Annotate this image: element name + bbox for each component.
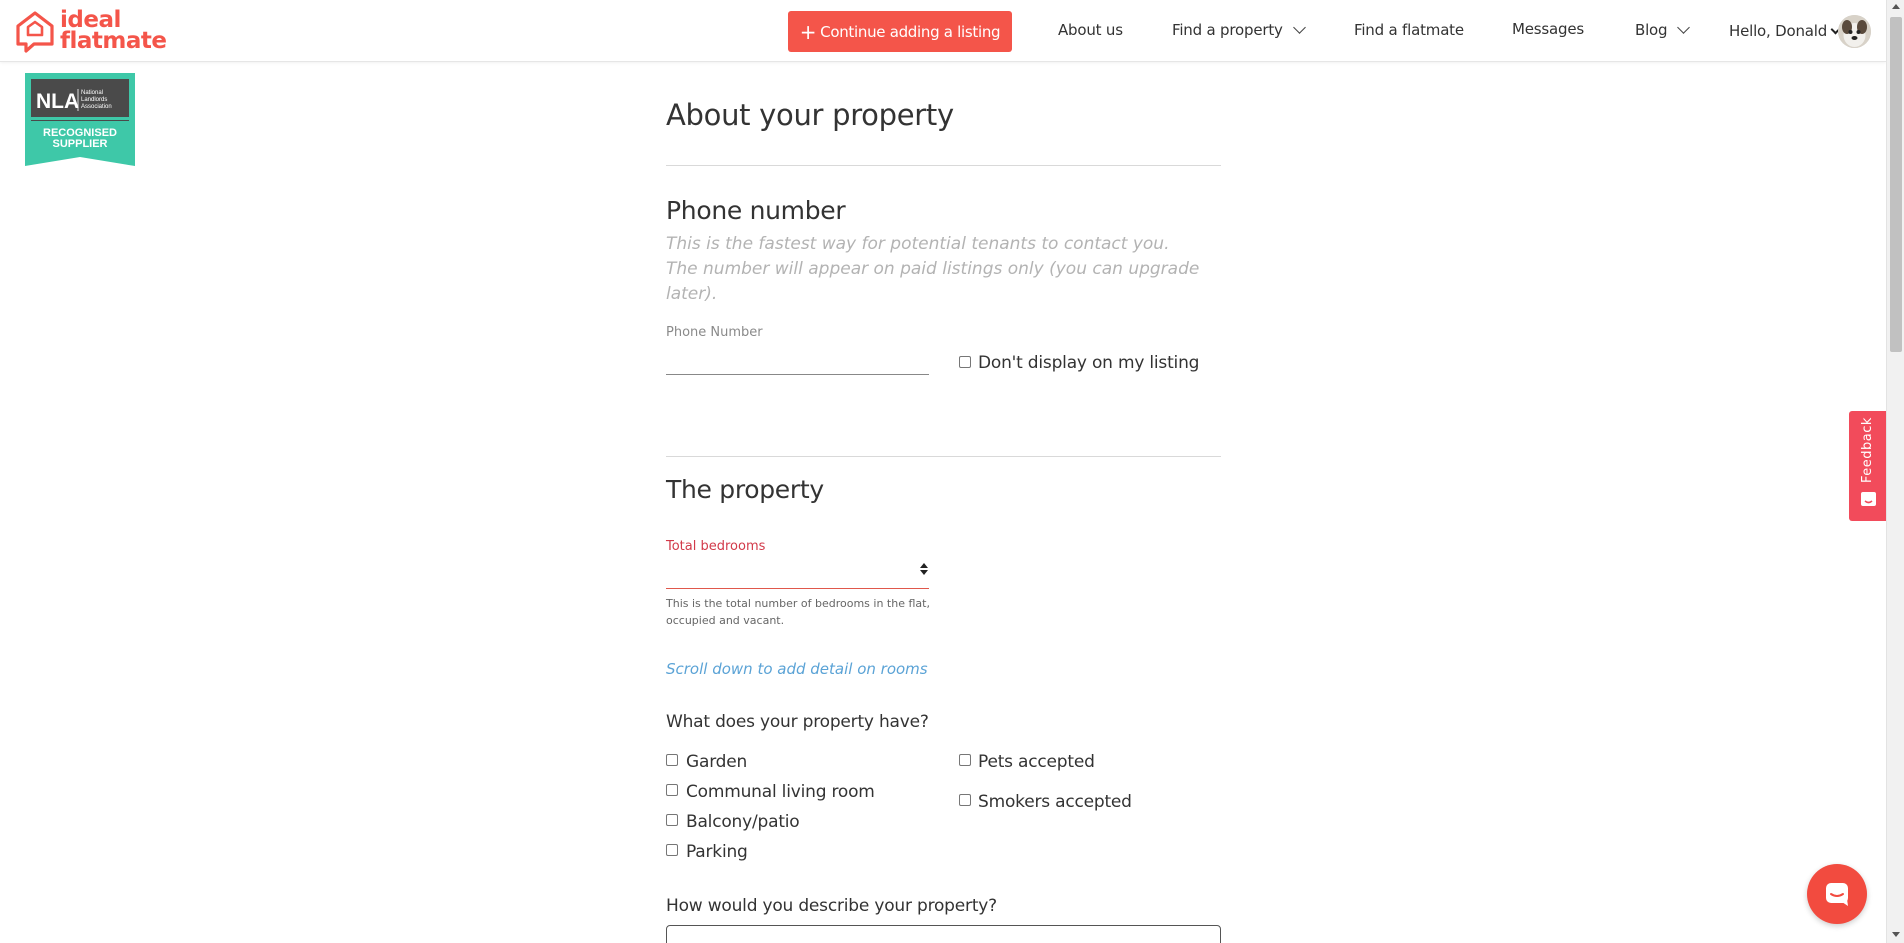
balcony-patio-label: Balcony/patio — [686, 812, 800, 832]
continue-adding-listing-button[interactable]: + Continue adding a listing — [788, 11, 1012, 52]
nav-about-us[interactable]: About us — [1058, 21, 1123, 39]
house-chat-logo-icon — [16, 11, 54, 53]
svg-text:Landlords: Landlords — [81, 97, 107, 103]
describe-property-textarea[interactable] — [666, 925, 1221, 943]
scroll-to-rooms-link[interactable]: Scroll down to add detail on rooms — [666, 660, 928, 678]
chevron-down-icon — [1292, 21, 1306, 34]
garden-checkbox[interactable] — [666, 754, 678, 766]
logo-wordmark: ideal flatmate — [60, 9, 167, 54]
chat-bubble-icon — [1826, 883, 1848, 906]
avatar[interactable] — [1838, 15, 1871, 48]
nav-about-us-label: About us — [1058, 21, 1123, 39]
badge-org-short: NLA — [36, 90, 79, 113]
describe-property-question: How would you describe your property? — [666, 896, 997, 916]
nla-recognised-supplier-badge: NLA National Landlords Association RECOG… — [25, 73, 135, 166]
nav-blog[interactable]: Blog — [1635, 21, 1691, 39]
nav-find-property-label: Find a property — [1172, 21, 1283, 39]
user-menu[interactable]: Hello, Donald — [1729, 22, 1841, 40]
ideal-flatmate-logo[interactable]: ideal flatmate — [14, 9, 167, 53]
dont-display-label: Don't display on my listing — [978, 353, 1200, 373]
dont-display-checkbox[interactable] — [959, 356, 971, 368]
page-title: About your property — [666, 98, 954, 132]
nav-find-flatmate[interactable]: Find a flatmate — [1354, 21, 1464, 39]
select-updown-arrows-icon — [920, 563, 928, 575]
total-bedrooms-label: Total bedrooms — [666, 539, 766, 554]
chevron-down-icon — [1677, 21, 1691, 34]
top-navigation-bar: ideal flatmate + Continue adding a listi… — [0, 0, 1886, 62]
nav-messages-label: Messages — [1512, 20, 1584, 38]
feedback-smile-icon — [1861, 492, 1876, 506]
plus-icon: + — [799, 19, 817, 44]
section-divider — [666, 165, 1221, 166]
pets-accepted-checkbox[interactable] — [959, 754, 971, 766]
garden-label: Garden — [686, 752, 748, 772]
scroll-down-arrow-icon[interactable] — [1892, 932, 1900, 937]
logo-wordmark-line2: flatmate — [60, 28, 167, 54]
phone-number-input[interactable] — [666, 351, 929, 375]
scrollbar-thumb[interactable] — [1890, 17, 1902, 352]
phone-section-hint: This is the fastest way for potential te… — [666, 234, 1200, 304]
page-scrollbar[interactable] — [1886, 0, 1904, 943]
total-bedrooms-select[interactable] — [666, 559, 929, 589]
user-greeting: Hello, Donald — [1729, 22, 1828, 40]
smokers-accepted-label: Smokers accepted — [978, 792, 1132, 812]
nav-find-property[interactable]: Find a property — [1172, 21, 1306, 39]
balcony-patio-checkbox[interactable] — [666, 814, 678, 826]
dog-avatar-icon — [1838, 15, 1871, 48]
amenities-question: What does your property have? — [666, 712, 929, 732]
pets-accepted-label: Pets accepted — [978, 752, 1095, 772]
feedback-label: Feedback — [1860, 417, 1875, 483]
scroll-up-arrow-icon[interactable] — [1892, 4, 1900, 9]
nav-messages[interactable]: Messages — [1512, 20, 1584, 38]
communal-living-room-label: Communal living room — [686, 782, 875, 802]
svg-text:Association: Association — [81, 104, 112, 110]
nav-blog-label: Blog — [1635, 21, 1668, 39]
nav-find-flatmate-label: Find a flatmate — [1354, 21, 1464, 39]
continue-adding-listing-label: Continue adding a listing — [820, 22, 1001, 41]
total-bedrooms-helper: This is the total number of bedrooms in … — [666, 597, 930, 627]
svg-text:National: National — [81, 90, 103, 96]
chat-launcher-button[interactable] — [1807, 864, 1867, 924]
communal-living-room-checkbox[interactable] — [666, 784, 678, 796]
parking-checkbox[interactable] — [666, 844, 678, 856]
parking-label: Parking — [686, 842, 748, 862]
property-section-heading: The property — [666, 475, 824, 504]
feedback-tab[interactable]: Feedback — [1849, 411, 1887, 521]
phone-number-label: Phone Number — [666, 325, 763, 340]
smokers-accepted-checkbox[interactable] — [959, 794, 971, 806]
phone-section-heading: Phone number — [666, 196, 846, 225]
badge-line2: SUPPLIER — [52, 138, 107, 150]
section-divider — [666, 456, 1221, 457]
